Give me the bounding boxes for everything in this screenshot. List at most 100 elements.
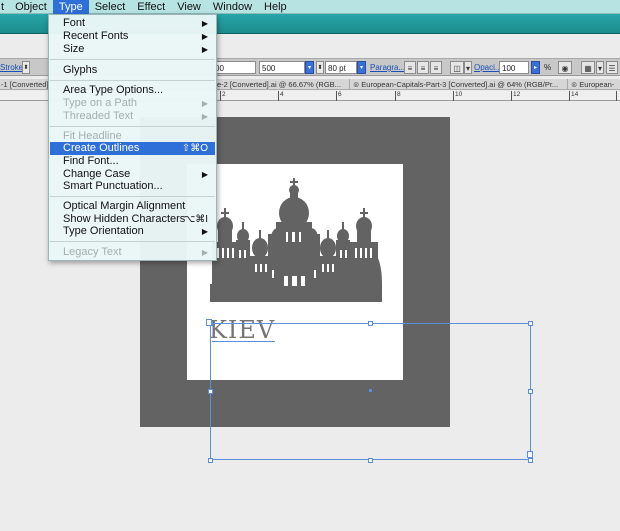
menu-item-smart-punctuation[interactable]: Smart Punctuation...: [50, 180, 215, 193]
menu-separator: [50, 80, 215, 81]
menu-separator: [50, 241, 215, 242]
document-tab-3[interactable]: ⊗ European-Capitals-Part-3 [Converted].ai…: [350, 79, 568, 90]
selection-handle-icon[interactable]: [208, 389, 213, 394]
menu-item-label: Threaded Text: [63, 110, 134, 122]
menu-item-label: Glyphs: [63, 64, 98, 76]
chevron-right-icon: ▶: [201, 99, 208, 108]
menu-item-create-outlines[interactable]: Create Outlines ⇧⌘O: [50, 142, 215, 155]
menu-item-select[interactable]: Select: [89, 0, 132, 14]
chevron-down-icon[interactable]: ▾: [464, 61, 472, 74]
type-menu-dropdown: Font ▶ Recent Fonts ▶ Size ▶ Glyphs Area…: [48, 14, 217, 261]
menu-item-type[interactable]: Type: [52, 0, 89, 14]
menu-item-font[interactable]: Font ▶: [50, 17, 215, 30]
font-weight-dropdown-button[interactable]: ▾: [305, 61, 314, 74]
menu-item-help[interactable]: Help: [258, 0, 293, 14]
chevron-right-icon: ▶: [201, 112, 208, 121]
close-icon[interactable]: ⊗: [571, 80, 577, 89]
align-left-icon[interactable]: ≡: [404, 61, 416, 74]
font-size-field[interactable]: 80 pt: [325, 61, 357, 74]
ruler-tick: [278, 91, 279, 101]
stroke-stepper[interactable]: ⬍: [22, 61, 30, 74]
selection-handle-icon[interactable]: [528, 458, 533, 463]
ruler-label: 14: [571, 91, 579, 98]
menu-item-legacy-text: Legacy Text ▶: [50, 246, 215, 259]
ruler-label: 4: [280, 91, 284, 98]
menu-item-recent-fonts[interactable]: Recent Fonts ▶: [50, 30, 215, 43]
menu-item-threaded-text: Threaded Text ▶: [50, 110, 215, 123]
cathedral-skyline-icon[interactable]: [210, 178, 382, 302]
ruler-tick: [616, 91, 617, 101]
menu-item-label: Type on a Path: [63, 97, 137, 109]
opacity-field[interactable]: 100: [499, 61, 529, 74]
ruler-tick: [220, 91, 221, 101]
ruler-tick: [395, 91, 396, 101]
selection-handle-icon[interactable]: [368, 321, 373, 326]
chevron-right-icon: ▶: [201, 19, 208, 28]
menu-item-object[interactable]: Object: [9, 0, 53, 14]
menu-item-type-orientation[interactable]: Type Orientation ▶: [50, 225, 215, 238]
chevron-right-icon: ▶: [201, 227, 208, 236]
menu-item-label: Font: [63, 17, 86, 29]
menu-item-label: Find Font...: [63, 155, 119, 167]
chevron-right-icon: ▶: [201, 248, 208, 257]
envelope-distort-icon[interactable]: ◫: [450, 61, 464, 74]
selection-handle-icon[interactable]: [368, 458, 373, 463]
opacity-percent: %: [544, 63, 552, 72]
ruler-label: 10: [455, 91, 463, 98]
menu-bar: t Object Type Select Effect View Window …: [0, 0, 620, 14]
menu-item-shortcut: ⇧⌘O: [181, 143, 208, 154]
document-tab-4[interactable]: ⊗ European-: [568, 79, 620, 90]
ruler-label: 2: [222, 91, 226, 98]
close-icon[interactable]: ⊗: [353, 80, 359, 89]
menu-item-size[interactable]: Size ▶: [50, 43, 215, 56]
menu-separator: [50, 126, 215, 127]
font-style-field[interactable]: 00: [212, 61, 256, 74]
menu-item-label: Type Orientation: [63, 225, 144, 237]
ruler-label: 12: [513, 91, 521, 98]
menu-item-label: Area Type Options...: [63, 84, 164, 96]
ruler-label: 6: [338, 91, 342, 98]
menu-item-label: Recent Fonts: [63, 30, 129, 42]
menu-item-label: Smart Punctuation...: [63, 180, 163, 192]
tab-label: European-: [579, 80, 615, 89]
selection-handle-icon[interactable]: [528, 321, 533, 326]
align-center-icon[interactable]: ≡: [417, 61, 429, 74]
menu-separator: [50, 196, 215, 197]
recolor-icon[interactable]: ◉: [558, 61, 572, 74]
opacity-label[interactable]: Opaci...: [474, 61, 502, 74]
tab-label: e-2 [Converted].ai @ 66.67% (RGB...: [217, 80, 341, 89]
text-in-port-icon[interactable]: [206, 319, 212, 326]
menu-item-glyphs[interactable]: Glyphs: [50, 64, 215, 77]
selection-center-point: [369, 389, 372, 392]
menu-item-window[interactable]: Window: [207, 0, 258, 14]
menu-item-label: Show Hidden Characters: [63, 213, 186, 225]
menu-item-area-type-options[interactable]: Area Type Options...: [50, 84, 215, 97]
ruler-tick: [569, 91, 570, 101]
font-size-dropdown-button[interactable]: ▾: [357, 61, 366, 74]
menu-item-type-on-a-path: Type on a Path ▶: [50, 97, 215, 110]
ruler-tick: [453, 91, 454, 101]
menu-item-view[interactable]: View: [171, 0, 207, 14]
panel-menu-icon[interactable]: ☰: [606, 61, 618, 74]
document-tab-2[interactable]: e-2 [Converted].ai @ 66.67% (RGB...: [216, 79, 350, 90]
menu-item-label: Legacy Text: [63, 246, 122, 258]
selection-handle-icon[interactable]: [208, 458, 213, 463]
font-weight-field[interactable]: 500: [259, 61, 305, 74]
menu-item-label: Optical Margin Alignment: [63, 200, 186, 212]
ruler-tick: [336, 91, 337, 101]
opacity-dropdown-button[interactable]: ▸: [531, 61, 540, 74]
menu-item-effect[interactable]: Effect: [131, 0, 171, 14]
menu-item-optical-margin-alignment[interactable]: Optical Margin Alignment: [50, 200, 215, 213]
align-to-icon[interactable]: ▦: [581, 61, 595, 74]
tab-label: -1 [Converted]: [1, 80, 49, 89]
font-size-stepper[interactable]: ⬍: [316, 61, 324, 74]
menu-item-find-font[interactable]: Find Font...: [50, 155, 215, 168]
chevron-down-icon[interactable]: ▾: [596, 61, 604, 74]
paragraph-label[interactable]: Paragra...: [370, 61, 405, 74]
tab-label: European-Capitals-Part-3 [Converted].ai …: [361, 80, 559, 89]
align-right-icon[interactable]: ≡: [430, 61, 442, 74]
menu-item-label: Change Case: [63, 168, 131, 180]
text-out-port-icon[interactable]: [527, 451, 533, 458]
selection-handle-icon[interactable]: [528, 389, 533, 394]
menu-item-file-partial[interactable]: t: [0, 0, 9, 14]
